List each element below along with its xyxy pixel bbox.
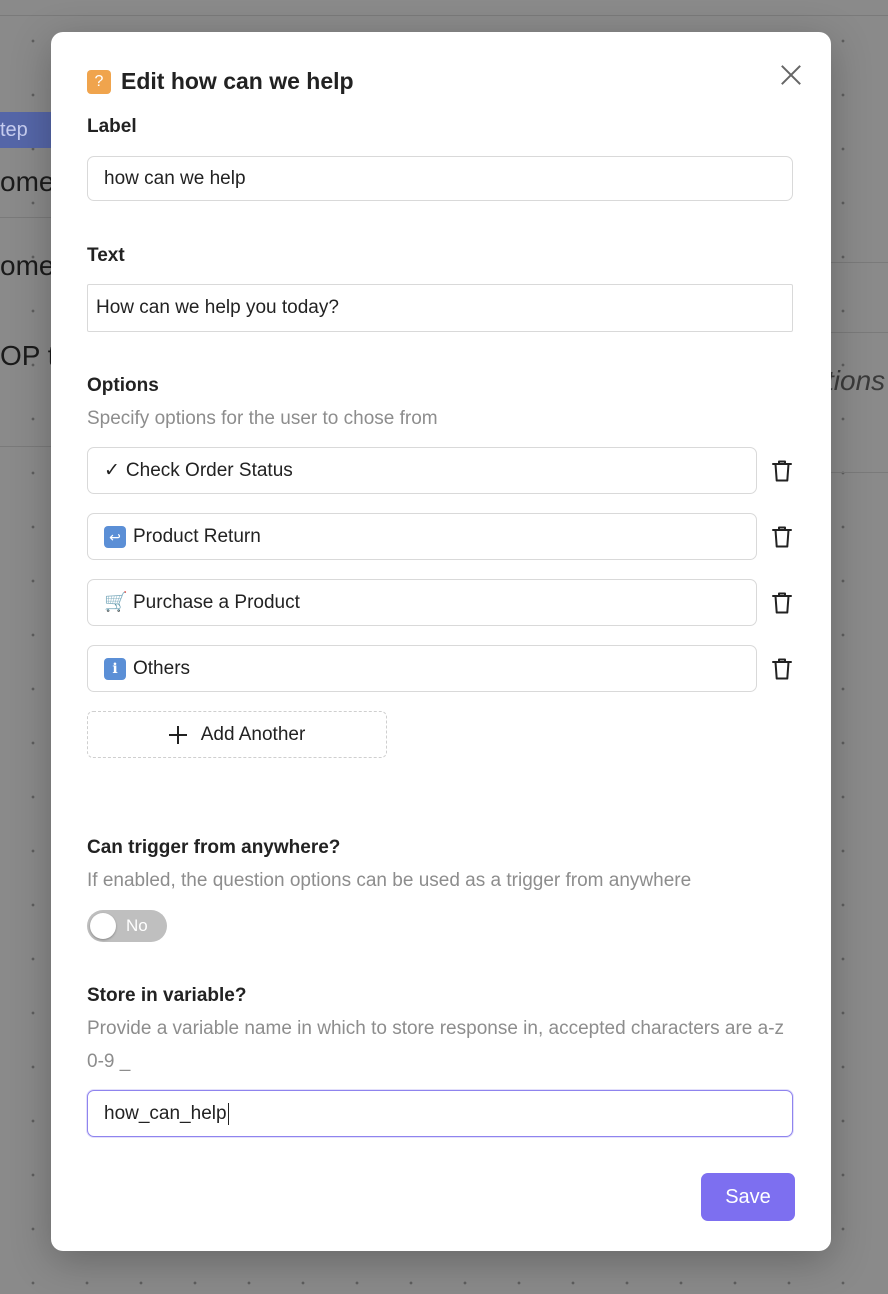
text-input[interactable]: How can we help you today? bbox=[87, 284, 793, 332]
variable-name-value: how_can_help bbox=[104, 1103, 227, 1124]
option-row: ✓ Check Order Status bbox=[87, 447, 793, 494]
variable-help-text: Provide a variable name in which to stor… bbox=[87, 1018, 785, 1072]
background-node-text: OP t bbox=[0, 340, 56, 371]
question-mark-icon: ? bbox=[87, 69, 111, 94]
background-node-text: tions bbox=[826, 365, 886, 396]
option-row: ↩ Product Return bbox=[87, 513, 793, 560]
option-label: Others bbox=[133, 658, 191, 679]
options-help-text: Specify options for the user to chose fr… bbox=[87, 408, 438, 429]
variable-heading: Store in variable? bbox=[87, 985, 247, 1006]
return-arrow-icon: ↩ bbox=[104, 525, 126, 548]
trigger-help-text: If enabled, the question options can be … bbox=[87, 870, 692, 891]
add-option-button[interactable]: Add Another bbox=[87, 711, 387, 758]
option-input[interactable]: i Others bbox=[87, 645, 757, 692]
option-label: Purchase a Product bbox=[133, 592, 300, 613]
background-node-text: ome bbox=[0, 166, 55, 197]
checkmark-icon: ✓ bbox=[104, 459, 120, 481]
trash-icon[interactable] bbox=[771, 657, 793, 681]
edit-question-modal: ? Edit how can we help Label how can we … bbox=[51, 32, 831, 1251]
shopping-cart-icon: 🛒 bbox=[104, 591, 128, 613]
trigger-toggle[interactable]: No bbox=[87, 910, 167, 942]
add-option-label: Add Another bbox=[200, 723, 306, 745]
trash-icon[interactable] bbox=[771, 459, 793, 483]
option-row: i Others bbox=[87, 645, 793, 692]
options-heading: Options bbox=[87, 375, 159, 396]
trigger-heading: Can trigger from anywhere? bbox=[87, 837, 341, 858]
text-caret bbox=[227, 1102, 230, 1125]
variable-name-input[interactable]: how_can_help bbox=[87, 1090, 793, 1137]
close-icon[interactable] bbox=[779, 62, 803, 86]
modal-header: ? Edit how can we help bbox=[87, 68, 354, 95]
modal-title: Edit how can we help bbox=[121, 68, 354, 94]
toggle-knob bbox=[90, 913, 116, 939]
plus-icon bbox=[168, 725, 187, 744]
info-icon: i bbox=[104, 657, 126, 680]
text-heading: Text bbox=[87, 245, 125, 266]
toggle-state-label: No bbox=[126, 916, 148, 935]
trash-icon[interactable] bbox=[771, 525, 793, 549]
option-label: Check Order Status bbox=[125, 460, 293, 481]
option-label: Product Return bbox=[133, 526, 261, 547]
background-node-text: ome bbox=[0, 250, 55, 281]
save-button[interactable]: Save bbox=[701, 1173, 795, 1221]
label-input[interactable]: how can we help bbox=[87, 156, 793, 201]
option-input[interactable]: ✓ Check Order Status bbox=[87, 447, 757, 494]
option-input[interactable]: ↩ Product Return bbox=[87, 513, 757, 560]
option-input[interactable]: 🛒 Purchase a Product bbox=[87, 579, 757, 626]
option-row: 🛒 Purchase a Product bbox=[87, 579, 793, 626]
label-heading: Label bbox=[87, 116, 137, 137]
trash-icon[interactable] bbox=[771, 591, 793, 615]
